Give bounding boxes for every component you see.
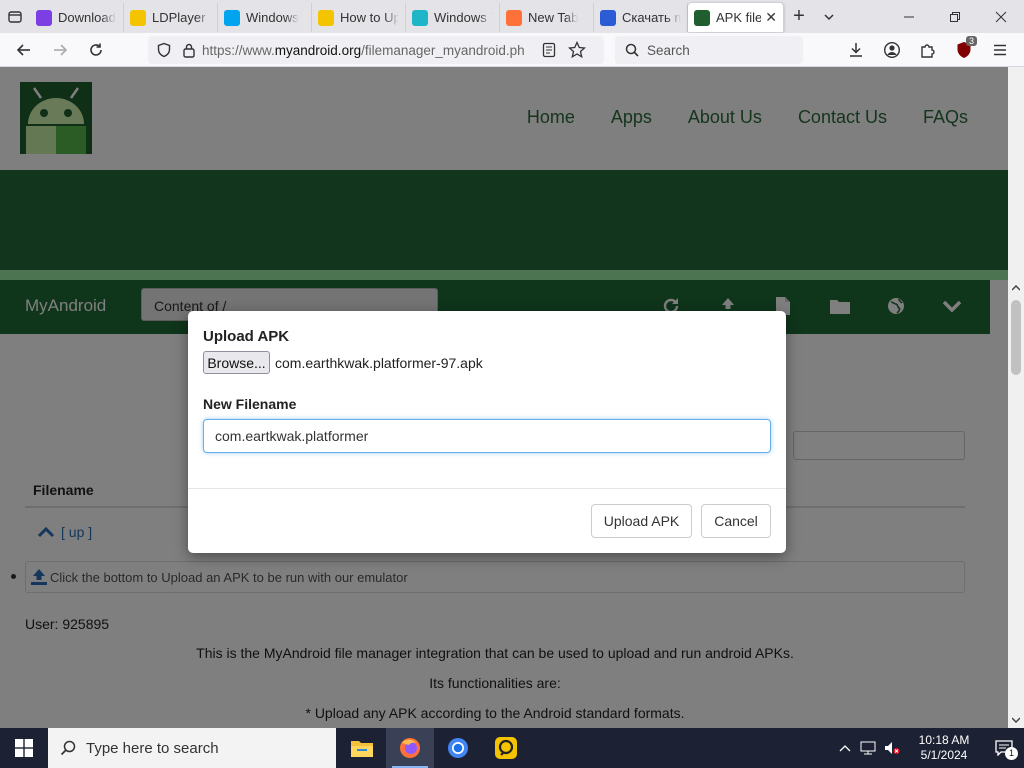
windows-taskbar: Type here to search 10:18 AM 5/1/2024 1 — [0, 728, 1024, 768]
shield-icon[interactable] — [156, 42, 172, 58]
forward-arrow-icon[interactable] — [42, 33, 78, 67]
downloads-icon[interactable] — [838, 33, 874, 67]
lock-icon[interactable] — [182, 42, 196, 58]
clock-date: 5/1/2024 — [920, 748, 968, 762]
dialog-title: Upload APK — [203, 328, 290, 345]
url-bar[interactable]: https://www.myandroid.org/filemanager_my… — [148, 36, 604, 64]
notification-count-badge: 1 — [1005, 747, 1018, 760]
browser-tab[interactable]: New Tab — [500, 3, 594, 32]
browser-tab[interactable]: How to Up — [312, 3, 406, 32]
restore-button[interactable] — [932, 0, 978, 33]
new-filename-input[interactable] — [203, 419, 771, 453]
browser-nav-bar: https://www.myandroid.org/filemanager_my… — [0, 33, 1024, 67]
browser-tab[interactable]: APK file ✕ — [688, 3, 784, 32]
scroll-up-arrow-icon[interactable] — [1012, 285, 1020, 291]
windows-icon — [224, 9, 240, 26]
search-placeholder: Search — [647, 42, 690, 58]
cancel-button[interactable]: Cancel — [701, 504, 771, 538]
tray-overflow-chevron-icon[interactable] — [834, 744, 856, 752]
account-icon[interactable] — [874, 33, 910, 67]
new-filename-label: New Filename — [203, 396, 297, 412]
android-icon — [694, 9, 710, 26]
tab-overflow-chevron-icon[interactable] — [814, 0, 844, 33]
browser-tab-label: How to Up — [340, 10, 399, 25]
bookmark-star-icon[interactable] — [568, 41, 586, 59]
system-tray: 10:18 AM 5/1/2024 1 — [834, 728, 1024, 768]
back-arrow-icon[interactable] — [6, 33, 42, 67]
browser-tab-label: LDPlayer 9 — [152, 10, 211, 25]
browser-tab-label: Скачать m — [622, 10, 681, 25]
reader-view-icon[interactable] — [542, 42, 556, 58]
notification-center-icon[interactable]: 1 — [984, 740, 1024, 760]
ldplayer-icon — [318, 9, 334, 26]
selected-file-name: com.earthkwak.platformer-97.apk — [275, 355, 483, 371]
ublock-origin-icon[interactable]: 3 — [946, 33, 982, 67]
browse-button[interactable]: Browse... — [203, 351, 270, 374]
volume-muted-icon[interactable] — [880, 741, 904, 755]
taskbar-search-placeholder: Type here to search — [86, 739, 219, 757]
minimize-button[interactable] — [886, 0, 932, 33]
browser-tab[interactable]: LDPlayer 9 — [124, 3, 218, 32]
reload-icon[interactable] — [78, 33, 114, 67]
page-scrollbar[interactable] — [1008, 67, 1024, 728]
url-text[interactable]: https://www.myandroid.org/filemanager_my… — [202, 43, 532, 58]
ldplayer-taskbar-icon[interactable] — [482, 728, 530, 768]
firefox-taskbar-icon[interactable] — [386, 728, 434, 768]
taskbar-search-box[interactable]: Type here to search — [48, 728, 336, 768]
file-explorer-icon[interactable] — [338, 728, 386, 768]
tab-list-icon[interactable] — [0, 0, 30, 33]
firefox-icon — [506, 9, 522, 26]
new-tab-button[interactable]: + — [784, 0, 814, 33]
browser-tab-bar: Download LDPlayer 9 Windows How to Up Window… — [0, 0, 1024, 33]
upload-apk-button[interactable]: Upload APK — [591, 504, 692, 538]
clock-time: 10:18 AM — [918, 733, 970, 747]
browser-tab[interactable]: Windows 7 — [406, 3, 500, 32]
browser-tab-label: Windows — [246, 10, 299, 25]
browser-tab[interactable]: Windows — [218, 3, 312, 32]
upload-apk-dialog: Upload APK Browse... com.earthkwak.platf… — [188, 311, 786, 553]
network-icon[interactable] — [856, 741, 880, 755]
scroll-thumb[interactable] — [1011, 300, 1021, 375]
puzzle-icon — [412, 9, 428, 26]
search-icon — [60, 740, 76, 756]
windows-logo-icon — [15, 739, 33, 757]
ublock-badge: 3 — [965, 36, 977, 46]
taskbar-clock[interactable]: 10:18 AM 5/1/2024 — [912, 733, 976, 763]
close-window-button[interactable] — [978, 0, 1024, 33]
close-tab-icon[interactable]: ✕ — [765, 9, 777, 26]
browser-tab[interactable]: Download — [30, 3, 124, 32]
ldplayer-icon — [130, 9, 146, 26]
dialog-footer-divider — [188, 488, 786, 489]
browser-tab-label: APK file — [716, 10, 762, 25]
search-bar[interactable]: Search — [615, 36, 803, 64]
start-button[interactable] — [0, 728, 48, 768]
browser-tab-label: New Tab — [528, 10, 579, 25]
browser-tab[interactable]: Скачать m — [594, 3, 688, 32]
search-icon — [625, 43, 639, 57]
hamburger-menu-icon[interactable] — [982, 33, 1018, 67]
extensions-puzzle-icon[interactable] — [910, 33, 946, 67]
browser-tab-label: Windows 7 — [434, 10, 493, 25]
t-letter-icon — [600, 9, 616, 26]
wix-icon — [36, 9, 52, 26]
browser-tab-label: Download — [58, 10, 116, 25]
scroll-down-arrow-icon[interactable] — [1012, 717, 1020, 723]
chrome-taskbar-icon[interactable] — [434, 728, 482, 768]
